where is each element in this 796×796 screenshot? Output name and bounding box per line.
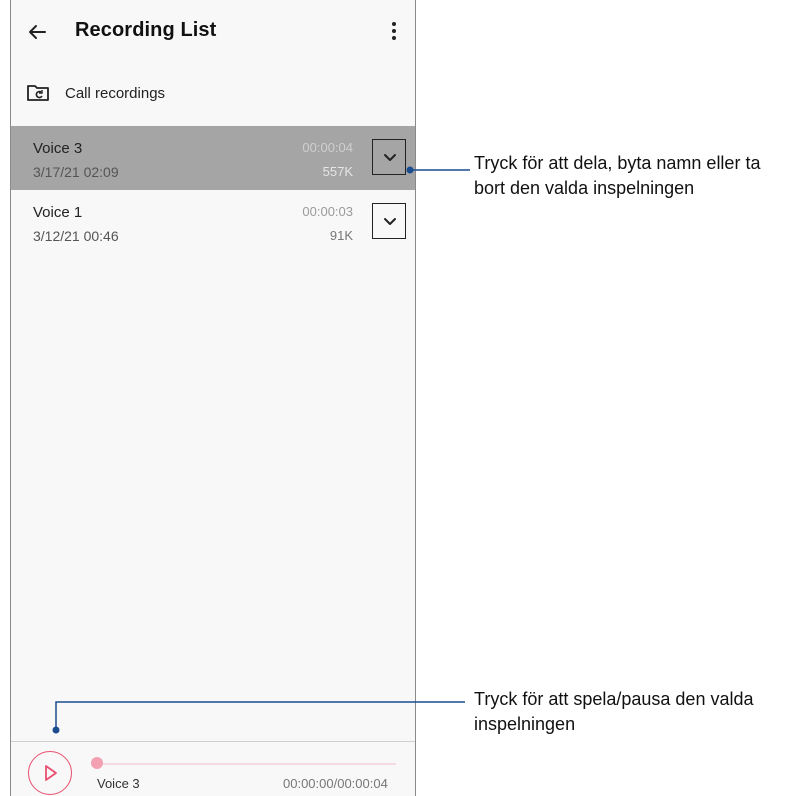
expand-button-voice-3[interactable] <box>372 139 406 175</box>
app-bar: Recording List <box>11 0 415 64</box>
call-recordings-folder[interactable]: Call recordings <box>11 76 415 112</box>
callout-expand-text: Tryck för att dela, byta namn eller ta b… <box>474 151 760 201</box>
page-title: Recording List <box>75 19 217 41</box>
phone-screen: Recording List Call recordings Voice 3 3… <box>10 0 416 796</box>
call-recordings-label: Call recordings <box>65 85 166 102</box>
callout-play-text: Tryck för att spela/pausa den valda insp… <box>474 687 753 737</box>
callout-play-line-1: Tryck för att spela/pausa den valda <box>474 689 754 709</box>
folder-refresh-icon <box>27 85 49 101</box>
recording-date: 3/17/21 02:09 <box>33 164 119 180</box>
chevron-down-icon <box>384 154 396 161</box>
progress-track[interactable] <box>91 763 396 765</box>
chevron-down-icon <box>384 218 396 225</box>
recording-duration: 00:00:04 <box>302 140 353 155</box>
arrow-left-icon <box>29 25 46 39</box>
expand-button-voice-1[interactable] <box>372 203 406 239</box>
player-time: 00:00:00/00:00:04 <box>283 776 388 791</box>
recording-size: 91K <box>329 228 353 243</box>
recording-size: 557K <box>322 164 353 179</box>
vertical-dots-icon <box>387 22 401 40</box>
callout-play-line-2: inspelningen <box>474 714 576 734</box>
progress-knob[interactable] <box>91 757 103 769</box>
recording-duration: 00:00:03 <box>302 204 353 219</box>
recording-row-voice-1[interactable]: Voice 1 3/12/21 00:46 00:00:03 91K <box>11 190 415 254</box>
recording-date: 3/12/21 00:46 <box>33 228 119 244</box>
callout-expand-line-2: bort den valda inspelningen <box>474 178 695 198</box>
player-track-name: Voice 3 <box>97 776 140 791</box>
recording-row-voice-3[interactable]: Voice 3 3/17/21 02:09 00:00:04 557K <box>11 126 415 190</box>
callout-expand-line-1: Tryck för att dela, byta namn eller ta <box>474 153 761 173</box>
more-options-button[interactable] <box>387 20 401 44</box>
play-icon <box>45 765 57 781</box>
recording-name: Voice 3 <box>33 140 83 157</box>
back-button[interactable] <box>25 20 49 44</box>
play-button[interactable] <box>28 751 72 795</box>
player-bar: Voice 3 00:00:00/00:00:04 <box>11 741 415 796</box>
recording-name: Voice 1 <box>33 204 83 221</box>
